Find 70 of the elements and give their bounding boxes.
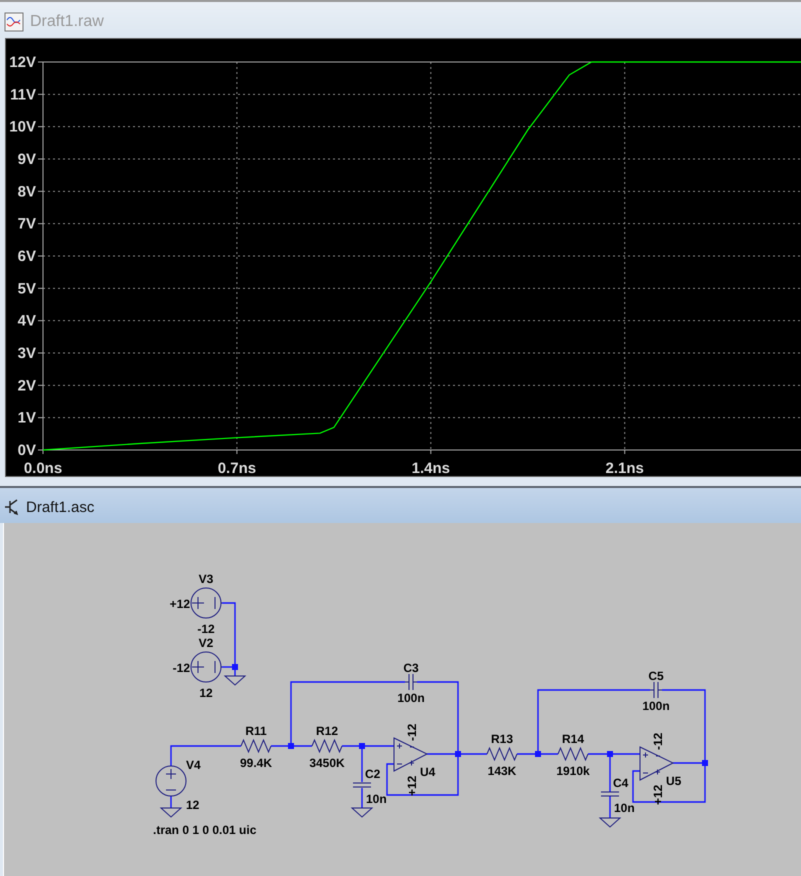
y-tick-label: 1V <box>18 410 36 427</box>
component-value: 10n <box>614 801 635 815</box>
component-name: C2 <box>365 767 380 781</box>
supply-label: -12 <box>405 724 419 741</box>
y-tick-label: 4V <box>18 312 36 330</box>
y-tick-label: 2V <box>18 377 36 394</box>
supply-label: -12 <box>172 661 190 675</box>
component-name: V3 <box>198 572 214 586</box>
component-name: R14 <box>562 732 584 746</box>
ground-symbol <box>224 676 246 686</box>
component-name: R12 <box>316 724 338 738</box>
window-title: Draft1.raw <box>30 13 104 31</box>
component-name: R11 <box>245 724 267 738</box>
component-name: C4 <box>613 776 628 790</box>
component-value: 99.4K <box>240 756 272 770</box>
component-value: 100n <box>642 699 670 713</box>
capacitor-symbol <box>600 792 620 796</box>
x-tick-label: 1.4ns <box>412 460 450 477</box>
capacitor-symbol <box>404 674 418 690</box>
wire <box>609 796 611 818</box>
component-value: 12 <box>186 798 200 812</box>
component-name: U4 <box>420 765 436 779</box>
y-tick-label: 11V <box>10 86 36 104</box>
component-value: 100n <box>397 691 425 705</box>
supply-label: +12 <box>170 597 190 611</box>
component-value: 1910k <box>556 764 590 778</box>
y-tick-label: 3V <box>18 345 36 362</box>
wire <box>170 796 172 808</box>
x-tick-label: 0.0ns <box>24 460 62 477</box>
wire <box>361 788 363 808</box>
x-tick-label: 0.7ns <box>218 460 256 477</box>
y-tick-label: 12V <box>9 54 36 71</box>
supply-label: +12 <box>651 784 665 805</box>
component-name: V4 <box>186 758 201 772</box>
resistor-symbol <box>240 738 272 754</box>
x-tick-label: 2.1ns <box>606 460 644 477</box>
voltage-source-symbol <box>156 766 186 796</box>
y-tick-label: 5V <box>18 280 36 298</box>
y-tick-label: 9V <box>18 151 36 168</box>
component-name: V2 <box>198 636 214 650</box>
ground-symbol <box>350 808 374 818</box>
supply-label: +12 <box>405 776 419 796</box>
y-tick-label: 8V <box>18 183 36 200</box>
y-tick-label: 6V <box>18 248 36 265</box>
battery-symbol <box>190 652 222 682</box>
y-tick-label: 0V <box>18 442 36 459</box>
component-value: 143K <box>488 764 516 778</box>
resistor-symbol <box>312 738 342 754</box>
y-tick-label: 10V <box>9 118 36 136</box>
ground-symbol <box>160 808 182 818</box>
component-name: U5 <box>666 774 682 788</box>
spice-directive: .tran 0 1 0 0.01 uic <box>153 823 256 837</box>
component-value: 10n <box>366 792 387 806</box>
supply-label: 12 <box>199 686 213 700</box>
battery-symbol <box>190 588 222 618</box>
component-name: C5 <box>648 669 664 683</box>
ground-symbol <box>598 818 622 828</box>
component-name: R13 <box>491 732 513 746</box>
window-title: Draft1.asc <box>26 498 94 516</box>
y-tick-label: 7V <box>18 216 36 233</box>
transistor-icon <box>4 498 20 516</box>
capacitor-symbol <box>352 782 372 788</box>
capacitor-symbol <box>650 682 662 698</box>
supply-label: -12 <box>651 732 665 750</box>
waveform-icon <box>4 12 24 32</box>
component-name: C3 <box>403 661 419 675</box>
resistor-symbol <box>486 746 518 762</box>
component-value: 3450K <box>309 756 345 770</box>
supply-label: -12 <box>197 622 215 636</box>
resistor-symbol <box>558 746 588 762</box>
